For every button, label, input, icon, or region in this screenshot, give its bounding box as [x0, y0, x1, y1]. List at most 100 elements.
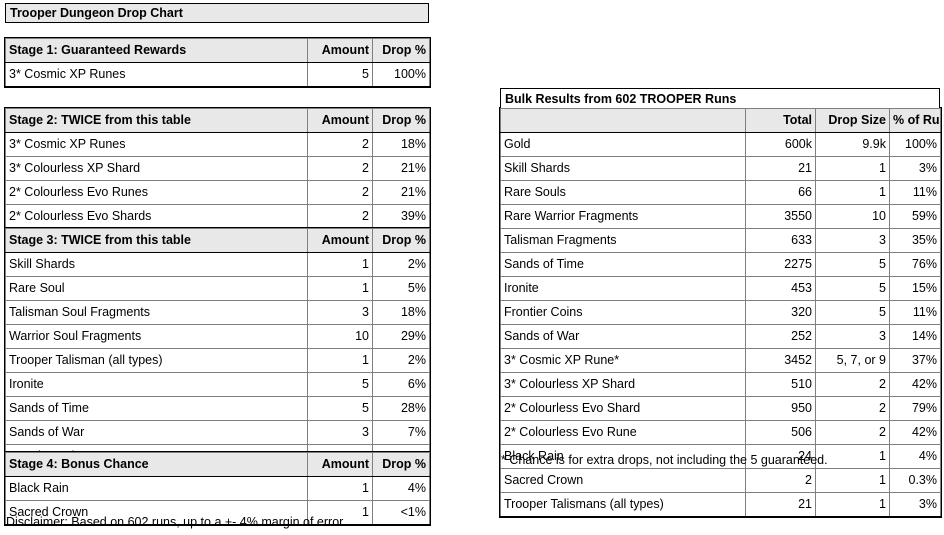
cell-item-name: 3* Cosmic XP Runes	[5, 132, 308, 157]
stage-3-body: Skill Shards 1 2% Rare Soul 1 5% Talisma…	[5, 252, 430, 469]
table-row: 3* Colourless XP Shard 2 21%	[5, 156, 430, 181]
table-row: Ironite 5 6%	[5, 372, 430, 397]
cell-pct-of-runs: 3%	[889, 492, 941, 517]
cell-total: 21	[745, 156, 816, 181]
cell-pct-of-runs: 35%	[889, 228, 941, 253]
cell-item-name: 2* Colourless Evo Rune	[500, 420, 746, 445]
cell-amount: 3	[307, 300, 373, 325]
cell-item-name: Sands of War	[500, 324, 746, 349]
cell-amount: 2	[307, 204, 373, 229]
cell-amount: 5	[307, 396, 373, 421]
cell-drop-pct: 21%	[372, 156, 430, 181]
bulk-results-footnote: * Chance is for extra drops, not includi…	[501, 453, 828, 467]
cell-drop-size: 2	[815, 420, 890, 445]
cell-drop-size: 5	[815, 300, 890, 325]
column-header-amount: Amount	[307, 228, 373, 253]
cell-drop-pct: 4%	[372, 476, 430, 501]
column-header-amount: Amount	[307, 108, 373, 133]
cell-drop-size: 3	[815, 324, 890, 349]
cell-item-name: Rare Souls	[500, 180, 746, 205]
table-row: Sacred Crown 2 1 0.3%	[500, 468, 941, 493]
cell-drop-pct: 7%	[372, 420, 430, 445]
cell-item-name: Ironite	[500, 276, 746, 301]
column-header-total: Total	[745, 108, 816, 133]
cell-total: 252	[745, 324, 816, 349]
cell-drop-pct: 6%	[372, 372, 430, 397]
cell-item-name: 3* Colourless XP Shard	[5, 156, 308, 181]
cell-drop-pct: 21%	[372, 180, 430, 205]
cell-drop-size: 2	[815, 396, 890, 421]
cell-total: 320	[745, 300, 816, 325]
column-header-pct-of-runs: % of Runs	[889, 108, 941, 133]
cell-total: 2275	[745, 252, 816, 277]
column-header-item	[500, 108, 746, 133]
cell-pct-of-runs: 15%	[889, 276, 941, 301]
cell-drop-pct: 18%	[372, 300, 430, 325]
table-row: Trooper Talisman (all types) 1 2%	[5, 348, 430, 373]
cell-pct-of-runs: 11%	[889, 180, 941, 205]
cell-item-name: 3* Cosmic XP Rune*	[500, 348, 746, 373]
cell-amount: 5	[307, 62, 373, 87]
table-row: Black Rain 1 4%	[5, 476, 430, 501]
cell-item-name: Sacred Crown	[500, 468, 746, 493]
cell-item-name: 2* Colourless Evo Shards	[5, 204, 308, 229]
cell-pct-of-runs: 76%	[889, 252, 941, 277]
cell-total: 21	[745, 492, 816, 517]
disclaimer-text: Disclaimer: Based on 602 runs, up to a +…	[6, 515, 347, 529]
cell-item-name: Sands of Time	[5, 396, 308, 421]
cell-amount: 2	[307, 156, 373, 181]
table-row: Rare Warrior Fragments 3550 10 59%	[500, 204, 941, 229]
cell-drop-pct: <1%	[372, 500, 430, 525]
table-row: Talisman Fragments 633 3 35%	[500, 228, 941, 253]
table-row: Frontier Coins 320 5 11%	[500, 300, 941, 325]
cell-amount: 5	[307, 372, 373, 397]
cell-drop-pct: 2%	[372, 348, 430, 373]
cell-pct-of-runs: 59%	[889, 204, 941, 229]
table-row: 3* Cosmic XP Runes 2 18%	[5, 132, 430, 157]
cell-drop-size: 9.9k	[815, 132, 890, 157]
cell-item-name: Trooper Talismans (all types)	[500, 492, 746, 517]
stage-1-body: 3* Cosmic XP Runes 5 100%	[5, 62, 430, 87]
table-header-row: Stage 2: TWICE from this table Amount Dr…	[5, 108, 430, 133]
column-header-amount: Amount	[307, 38, 373, 63]
cell-total: 510	[745, 372, 816, 397]
stage-3-table: Stage 3: TWICE from this table Amount Dr…	[5, 228, 430, 469]
cell-drop-size: 1	[815, 468, 890, 493]
column-header-drop-pct: Drop %	[372, 108, 430, 133]
cell-pct-of-runs: 100%	[889, 132, 941, 157]
table-row: Sands of War 3 7%	[5, 420, 430, 445]
cell-drop-size: 5, 7, or 9	[815, 348, 890, 373]
column-header-name: Stage 3: TWICE from this table	[5, 228, 308, 253]
cell-item-name: Skill Shards	[5, 252, 308, 277]
table-row: Sands of War 252 3 14%	[500, 324, 941, 349]
cell-drop-size: 10	[815, 204, 890, 229]
cell-item-name: Talisman Fragments	[500, 228, 746, 253]
table-header-row: Stage 4: Bonus Chance Amount Drop %	[5, 452, 430, 477]
table-row: 3* Cosmic XP Rune* 3452 5, 7, or 9 37%	[500, 348, 941, 373]
page-title: Trooper Dungeon Drop Chart	[5, 3, 429, 23]
cell-amount: 10	[307, 324, 373, 349]
cell-total: 600k	[745, 132, 816, 157]
column-header-drop-pct: Drop %	[372, 228, 430, 253]
table-row: Sands of Time 5 28%	[5, 396, 430, 421]
table-row: 2* Colourless Evo Rune 506 2 42%	[500, 420, 941, 445]
cell-total: 3550	[745, 204, 816, 229]
cell-drop-pct: 39%	[372, 204, 430, 229]
table-row: Warrior Soul Fragments 10 29%	[5, 324, 430, 349]
stage-1-table: Stage 1: Guaranteed Rewards Amount Drop …	[5, 38, 430, 87]
table-row: 3* Cosmic XP Runes 5 100%	[5, 62, 430, 87]
cell-drop-pct: 100%	[372, 62, 430, 87]
column-header-amount: Amount	[307, 452, 373, 477]
cell-drop-pct: 28%	[372, 396, 430, 421]
cell-pct-of-runs: 37%	[889, 348, 941, 373]
column-header-name: Stage 2: TWICE from this table	[5, 108, 308, 133]
cell-pct-of-runs: 4%	[889, 444, 941, 469]
cell-item-name: Rare Soul	[5, 276, 308, 301]
table-row: Ironite 453 5 15%	[500, 276, 941, 301]
cell-amount: 1	[307, 276, 373, 301]
cell-total: 633	[745, 228, 816, 253]
cell-item-name: 3* Colourless XP Shard	[500, 372, 746, 397]
table-row: Trooper Talismans (all types) 21 1 3%	[500, 492, 941, 517]
column-header-drop-pct: Drop %	[372, 38, 430, 63]
cell-drop-size: 3	[815, 228, 890, 253]
